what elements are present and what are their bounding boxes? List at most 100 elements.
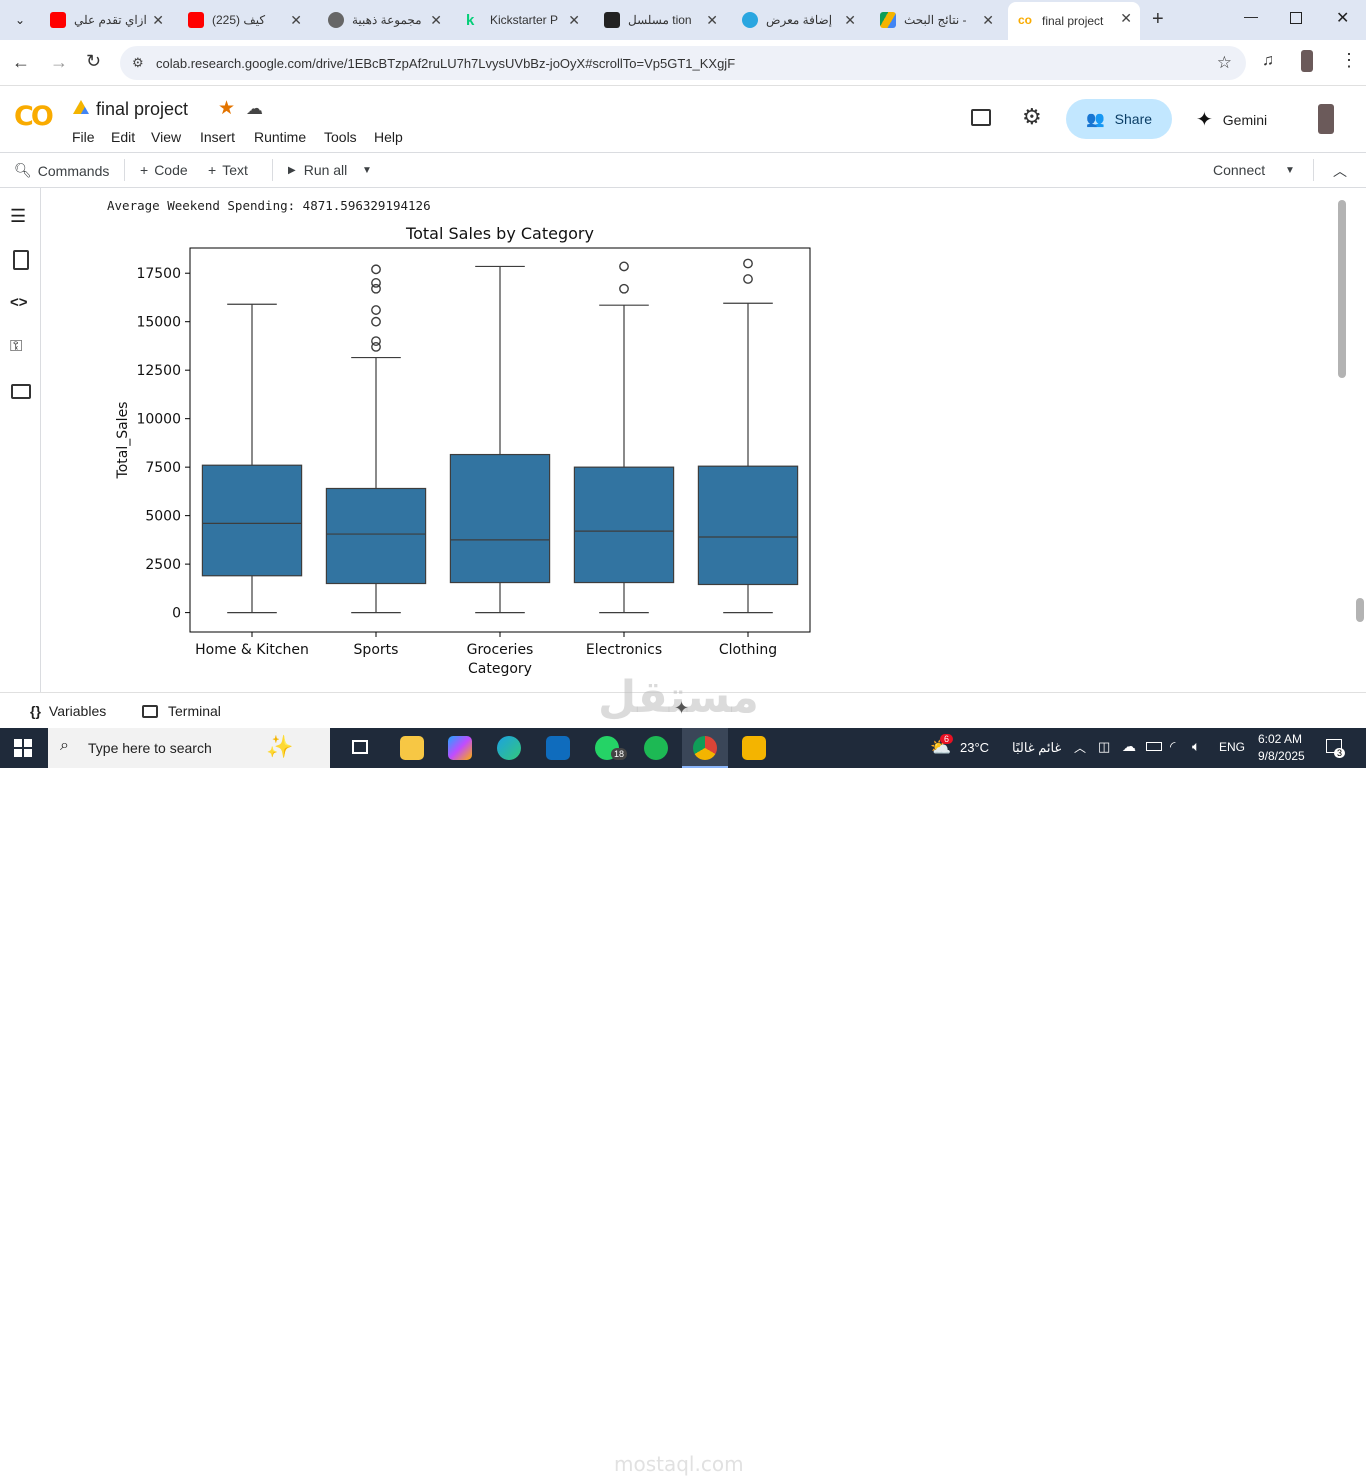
connect-dropdown-icon[interactable]: ▼ [1285,165,1295,176]
close-tab-icon[interactable]: ✕ [430,12,442,29]
browser-tab[interactable]: ازاي تقدم علي ✕ [40,4,172,36]
new-tab-button[interactable]: + [1152,8,1164,31]
run-all-button[interactable]: ▶ Run all [288,162,347,178]
file-explorer-icon[interactable] [400,736,424,760]
notebook-title[interactable]: final project [96,99,188,120]
taskbar-search-input[interactable]: ⌕ Type here to search ✨ [48,728,330,768]
menu-runtime[interactable]: Runtime [254,129,306,145]
copilot-app-icon[interactable] [448,736,472,760]
forward-arrow-icon[interactable]: → [50,52,68,73]
table-of-contents-icon[interactable]: ☰ [10,206,32,228]
gemini-button[interactable]: ✦ Gemini [1196,107,1267,132]
close-tab-icon[interactable]: ✕ [568,12,580,29]
edge-browser-icon[interactable] [497,736,521,760]
secrets-key-icon[interactable]: ⚿ [10,338,32,360]
site-info-icon[interactable]: ⚙ [132,55,144,71]
menu-file[interactable]: File [72,129,95,145]
menu-insert[interactable]: Insert [200,129,235,145]
windows-start-icon[interactable] [14,739,32,757]
search-icon: ⌕ [60,737,69,754]
close-tab-icon[interactable]: ✕ [706,12,718,29]
files-folder-icon[interactable] [11,384,31,399]
add-code-button[interactable]: + Code [140,162,188,178]
braces-icon: {} [30,703,41,719]
browser-menu-icon[interactable]: ⋮ [1340,50,1358,71]
camera-icon[interactable]: ◫ [1098,739,1110,755]
box [573,466,675,584]
y-tick-label: 5000 [145,509,181,525]
comments-icon[interactable] [971,109,991,126]
bookmark-star-icon[interactable]: ☆ [1217,53,1232,73]
menu-edit[interactable]: Edit [111,129,135,145]
battery-icon[interactable] [1146,742,1162,751]
browser-tab[interactable]: (225) كيف ✕ [178,4,310,36]
browser-tab[interactable]: إضافة معرض ✕ [732,4,864,36]
restore-button[interactable] [1290,12,1302,24]
language-indicator[interactable]: ENG [1219,740,1245,754]
outlier-point [371,316,381,327]
run-all-label: Run all [303,162,348,178]
variables-button[interactable]: {} Variables [30,703,106,719]
close-tab-icon[interactable]: ✕ [844,12,856,29]
task-view-icon[interactable] [352,740,368,754]
close-window-button[interactable]: ✕ [1336,8,1349,28]
close-tab-icon[interactable]: ✕ [290,12,302,29]
browser-tab[interactable]: مسلسل tion ✕ [594,4,726,36]
text-label: Text [222,162,248,178]
browser-tab[interactable]: مجموعة ذهبية ✕ [318,4,450,36]
x-tick-label: Groceries [467,642,534,658]
close-tab-icon[interactable]: ✕ [1120,10,1132,27]
settings-gear-icon[interactable]: ⚙ [1022,104,1042,130]
wifi-icon[interactable]: ◜ [1170,738,1175,755]
terminal-button[interactable]: Terminal [142,703,221,719]
share-button[interactable]: 👥 Share [1066,99,1172,139]
clock-date[interactable]: 9/8/2025 [1258,749,1305,763]
add-text-button[interactable]: + Text [208,162,248,178]
menu-help[interactable]: Help [374,129,403,145]
reload-icon[interactable]: ↻ [86,51,101,72]
commands-button[interactable]: 🔍︎ Commands [14,162,109,179]
star-icon[interactable]: ★ [218,97,235,120]
account-avatar[interactable] [1318,104,1334,134]
media-icon[interactable]: ♫ [1262,52,1274,70]
clock-time[interactable]: 6:02 AM [1258,732,1302,746]
back-arrow-icon[interactable]: ← [12,52,30,73]
close-tab-icon[interactable]: ✕ [982,12,994,29]
find-icon[interactable] [13,250,29,270]
colab-logo[interactable]: CO [14,101,54,132]
close-tab-icon[interactable]: ✕ [152,12,164,29]
outlier-point [371,264,381,275]
page-scrollbar[interactable] [1356,598,1364,622]
divider [1313,159,1314,181]
tab-search-dropdown[interactable]: ⌄ [8,8,32,32]
outlier-point [371,278,381,288]
code-snippets-icon[interactable]: <> [10,294,32,316]
left-sidebar: ☰ <> ⚿ [0,188,41,692]
spotify-icon[interactable] [644,736,668,760]
run-all-dropdown-icon[interactable]: ▼ [362,165,372,176]
y-tick-label: 7500 [145,460,181,476]
collapse-chevron-icon[interactable]: ︿ [1333,161,1347,181]
profile-avatar[interactable] [1301,50,1313,72]
browser-tab[interactable]: نتائج البحث - ✕ [870,4,1002,36]
terminal-label: Terminal [168,703,221,719]
outlook-icon[interactable] [546,736,570,760]
volume-icon[interactable]: 🔈︎ [1192,738,1200,755]
menu-view[interactable]: View [151,129,181,145]
outlier-point [743,258,753,269]
onedrive-icon[interactable]: ☁ [1122,738,1136,755]
show-hidden-icons-chevron[interactable]: ︿ [1074,739,1086,756]
notebook-scrollbar[interactable] [1338,200,1346,378]
connect-button[interactable]: Connect [1213,162,1265,178]
minimize-button[interactable]: — [1244,8,1258,24]
file-manager-icon[interactable] [742,736,766,760]
y-tick-label: 10000 [136,412,181,428]
menu-tools[interactable]: Tools [324,129,357,145]
cloud-saved-icon: ☁ [246,99,263,118]
browser-tab[interactable]: k Kickstarter P ✕ [456,4,588,36]
address-bar[interactable]: ⚙ colab.research.google.com/drive/1EBcBT… [120,46,1246,80]
y-tick-label: 17500 [136,266,181,282]
chrome-icon[interactable] [693,736,717,760]
browser-tab-active[interactable]: co final project ✕ [1008,2,1140,40]
box [449,453,551,584]
